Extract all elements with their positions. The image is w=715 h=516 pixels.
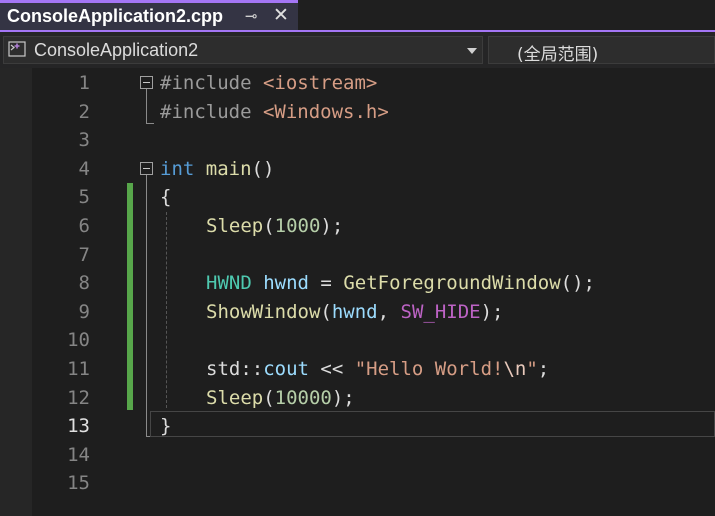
line-number: 2 bbox=[78, 100, 90, 123]
code-line-11: std::cout << "Hello World!\n"; bbox=[206, 355, 549, 384]
outline-line bbox=[146, 89, 147, 123]
macro: SW_HIDE bbox=[400, 300, 481, 323]
keyword: int bbox=[160, 157, 195, 180]
variable: hwnd bbox=[331, 300, 378, 323]
punctuation: ; bbox=[537, 358, 550, 380]
code-line-13: } bbox=[160, 412, 171, 441]
line-number: 9 bbox=[78, 300, 90, 323]
line-number: 12 bbox=[67, 386, 90, 409]
project-icon bbox=[8, 41, 26, 57]
variable: cout bbox=[263, 358, 309, 380]
outline-line bbox=[146, 175, 147, 436]
line-number: 8 bbox=[78, 272, 90, 295]
code-line-9: ShowWindow(hwnd, SW_HIDE); bbox=[206, 298, 503, 327]
change-indicator-bar bbox=[127, 183, 133, 410]
string-literal: " bbox=[526, 358, 538, 380]
line-number: 6 bbox=[78, 215, 90, 237]
punctuation: } bbox=[160, 415, 172, 438]
function-call: ShowWindow bbox=[206, 300, 321, 323]
punctuation: ); bbox=[320, 215, 344, 237]
punctuation: ); bbox=[480, 300, 504, 323]
operator: << bbox=[308, 358, 355, 380]
code-line-1: #include <iostream> bbox=[160, 69, 377, 98]
line-number: 15 bbox=[67, 472, 90, 495]
number-literal: 10000 bbox=[274, 386, 332, 409]
code-line-12: Sleep(10000); bbox=[206, 384, 355, 413]
collapse-toggle-icon[interactable] bbox=[140, 162, 153, 175]
preprocessor-directive: #include bbox=[160, 100, 252, 123]
punctuation: ( bbox=[263, 386, 275, 409]
line-number: 4 bbox=[78, 157, 90, 180]
escape-sequence: \n bbox=[503, 358, 527, 380]
number-literal: 1000 bbox=[274, 215, 321, 237]
indicator-margin bbox=[0, 68, 32, 516]
code-line-8: HWND hwnd = GetForegroundWindow(); bbox=[206, 269, 595, 298]
tab-title: ConsoleApplication2.cpp bbox=[7, 6, 224, 26]
outline-line bbox=[146, 123, 154, 124]
code-line-2: #include <Windows.h> bbox=[160, 98, 389, 127]
type-name: HWND bbox=[206, 272, 252, 295]
line-number: 14 bbox=[67, 443, 90, 466]
tab-strip: ConsoleApplication2.cpp ⊸ ✕ bbox=[0, 0, 715, 32]
line-number: 1 bbox=[78, 72, 90, 94]
punctuation: (); bbox=[560, 272, 595, 295]
project-dropdown[interactable]: ConsoleApplication2 bbox=[3, 36, 483, 64]
punctuation: { bbox=[160, 186, 172, 209]
project-label: ConsoleApplication2 bbox=[34, 40, 199, 60]
preprocessor-directive: #include bbox=[160, 72, 252, 94]
close-icon[interactable]: ✕ bbox=[273, 4, 289, 26]
punctuation: , bbox=[377, 300, 401, 323]
line-number: 5 bbox=[78, 186, 90, 209]
line-number: 10 bbox=[67, 329, 90, 352]
function-call: Sleep bbox=[206, 215, 264, 237]
navigation-bar: ConsoleApplication2 (全局范围) bbox=[0, 32, 715, 68]
line-number-current: 13 bbox=[67, 415, 90, 438]
line-number: 7 bbox=[78, 243, 90, 266]
line-number: 3 bbox=[78, 129, 90, 152]
function-name: main bbox=[205, 157, 252, 180]
include-header: <iostream> bbox=[262, 72, 378, 94]
function-call: Sleep bbox=[206, 386, 264, 409]
collapse-toggle-icon[interactable] bbox=[140, 76, 153, 89]
punctuation: ( bbox=[320, 300, 332, 323]
code-line-6: Sleep(1000); bbox=[206, 212, 343, 241]
tab-console-application2-cpp[interactable]: ConsoleApplication2.cpp ⊸ ✕ bbox=[0, 0, 298, 30]
string-literal: "Hello World! bbox=[354, 358, 504, 380]
scope-label: (全局范围) bbox=[517, 45, 599, 65]
chevron-down-icon[interactable] bbox=[467, 48, 477, 54]
punctuation: ); bbox=[331, 386, 355, 409]
line-number: 11 bbox=[67, 358, 90, 380]
operator: = bbox=[308, 272, 344, 295]
current-line-highlight bbox=[150, 411, 715, 437]
include-header: <Windows.h> bbox=[262, 100, 389, 123]
punctuation: ( bbox=[263, 215, 275, 237]
indent-guide bbox=[166, 212, 167, 408]
pin-icon[interactable]: ⊸ bbox=[245, 7, 258, 25]
namespace: std:: bbox=[206, 358, 264, 380]
code-line-5: { bbox=[160, 183, 171, 212]
scope-dropdown[interactable]: (全局范围) bbox=[488, 36, 715, 65]
variable: hwnd bbox=[263, 272, 309, 295]
punctuation: () bbox=[251, 157, 275, 180]
function-call: GetForegroundWindow bbox=[343, 272, 561, 295]
code-line-4: int main() bbox=[160, 155, 274, 184]
